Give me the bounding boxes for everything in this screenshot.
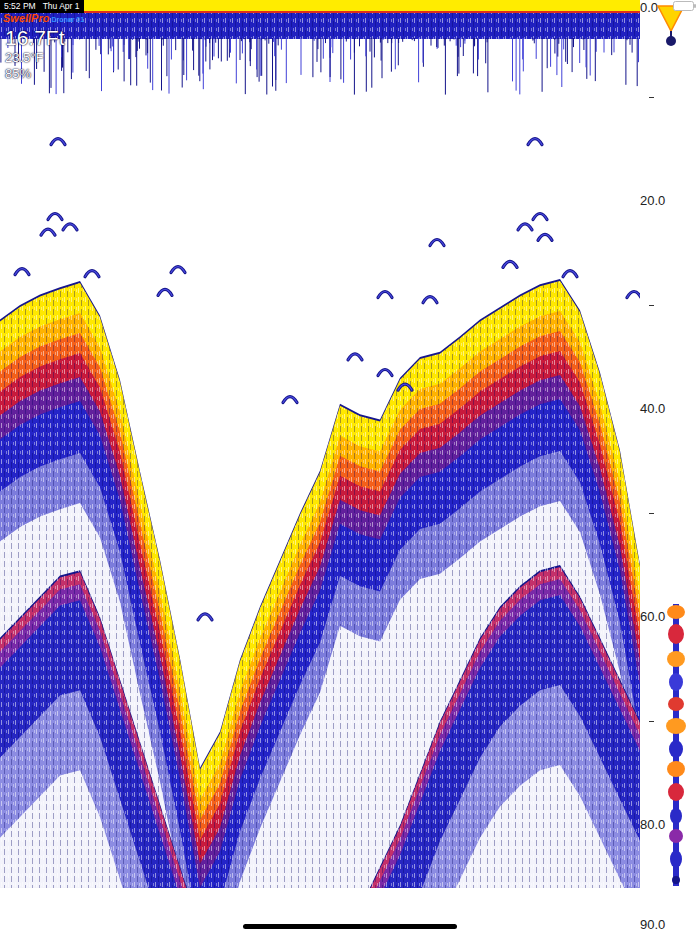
color-scale-icon: [662, 604, 690, 886]
fish-echo: [503, 261, 517, 267]
fish-echo: [533, 214, 547, 220]
depth-tick-label: 90.0: [640, 917, 665, 933]
status-date: Thu Apr 1: [43, 1, 80, 11]
sonar-screen: 5:52 PMThu Apr 1SwellProDronar 0116.7Ft2…: [0, 0, 700, 934]
status-time: 5:52 PM: [4, 1, 36, 11]
depth-tick-label: 60.0: [640, 609, 665, 625]
fish-echo: [378, 370, 392, 376]
depth-minor-tick: [649, 97, 654, 98]
fish-echo: [63, 224, 77, 230]
temperature-reading: 23.5°F: [5, 50, 65, 65]
fish-echo: [538, 234, 552, 240]
fish-echo: [398, 384, 412, 390]
fish-echo: [430, 240, 444, 246]
status-bar: 5:52 PM Thu Apr 1: [0, 0, 84, 13]
depth-tick-label: 20.0: [640, 193, 665, 209]
fish-echo: [423, 297, 437, 303]
depth-minor-tick: [649, 305, 654, 306]
battery-icon: [673, 1, 697, 11]
fish-echo: [627, 292, 640, 298]
fish-echo: [348, 354, 362, 360]
fish-echo: [85, 271, 99, 277]
depth-reading: 16.7Ft: [5, 26, 65, 49]
home-indicator[interactable]: [243, 924, 457, 929]
echogram-chart: [0, 0, 640, 888]
fish-echo: [158, 289, 172, 295]
depth-tick-label: 0.0: [640, 0, 658, 16]
surface-clutter: [0, 0, 640, 95]
fish-echo: [51, 139, 65, 145]
fish-echo: [283, 397, 297, 403]
fish-echo: [528, 139, 542, 145]
bottom-return: [0, 279, 640, 888]
chart-column: 5:52 PM Thu Apr 1SwellProDronar 01 16.7Ft2…: [0, 0, 640, 934]
logo: SwellProDronar 01: [3, 12, 84, 24]
depth-tick-label: 40.0: [640, 401, 665, 417]
fish-echo: [198, 614, 212, 620]
logo-brand: SwellPro: [3, 12, 49, 24]
fish-echo: [41, 229, 55, 235]
readings: 16.7Ft23.5°F85%: [5, 26, 65, 81]
fish-echo: [518, 224, 532, 230]
echogram-panel[interactable]: 5:52 PM Thu Apr 1SwellProDronar 01 16.7Ft2…: [0, 0, 640, 888]
fish-echo: [48, 214, 62, 220]
depth-minor-tick: [649, 721, 654, 722]
logo-model: Dronar 01: [51, 15, 84, 24]
fish-echo: [15, 269, 29, 275]
depth-scale: 0.0 20.0 40.0 60.0 80.0 90.0: [640, 0, 700, 934]
depth-minor-tick: [649, 513, 654, 514]
fish-echo: [563, 271, 577, 277]
fish-echo: [171, 267, 185, 273]
depth-tick-label: 80.0: [640, 817, 665, 833]
signal-reading: 85%: [5, 66, 65, 81]
fish-echo: [378, 292, 392, 298]
